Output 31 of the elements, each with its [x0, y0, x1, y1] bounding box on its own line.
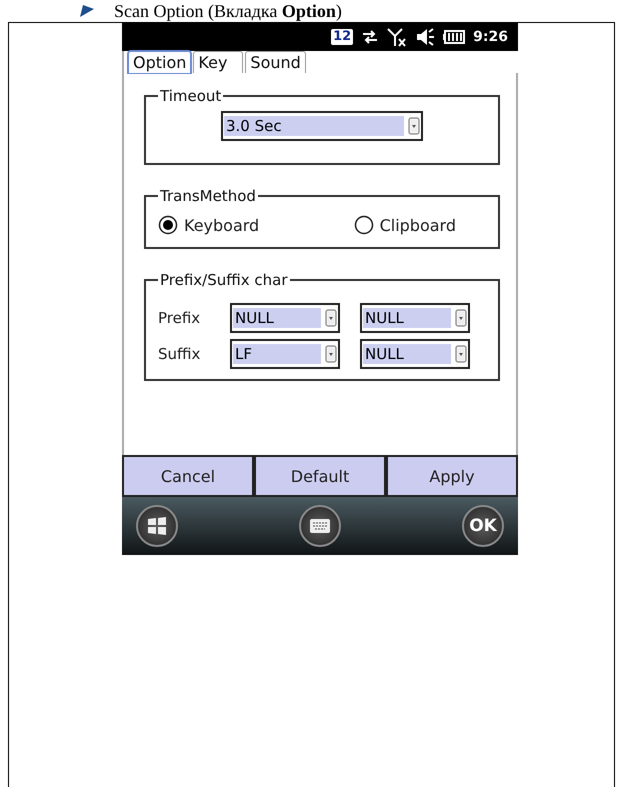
dropdown[interactable]: NULL — [360, 303, 470, 333]
dropdown[interactable]: LF — [230, 339, 340, 369]
windows-flag-icon — [146, 515, 168, 537]
dropdown[interactable]: NULL — [230, 303, 340, 333]
action-button[interactable]: Cancel — [122, 455, 254, 497]
tab[interactable]: Option — [128, 51, 192, 73]
dropdown[interactable]: 3.0 Sec — [221, 111, 423, 141]
dropdown[interactable]: NULL — [360, 339, 470, 369]
row-label: Prefix — [158, 309, 202, 327]
radio-option[interactable]: Clipboard — [354, 215, 456, 235]
group-title: TransMethod — [159, 187, 257, 205]
arrow-bullet-icon — [80, 5, 94, 17]
ok-button[interactable]: OK — [462, 505, 504, 547]
tab[interactable]: Key — [193, 51, 244, 73]
data-arrows-icon — [361, 28, 380, 46]
status-badge: 12 — [331, 29, 354, 45]
row-label: Suffix — [158, 345, 202, 363]
no-signal-icon — [387, 27, 408, 47]
start-button[interactable] — [136, 505, 178, 547]
group-title: Timeout — [159, 87, 222, 105]
action-button[interactable]: Default — [254, 455, 386, 497]
clock-time: 9:26 — [473, 29, 508, 45]
radio-option[interactable]: Keyboard — [158, 215, 260, 235]
action-button[interactable]: Apply — [386, 455, 518, 497]
tab[interactable]: Sound — [245, 51, 306, 73]
keyboard-button[interactable] — [299, 505, 341, 547]
keyboard-icon — [309, 518, 331, 534]
group-title: Prefix/Suffix char — [159, 271, 289, 289]
section-heading: Scan Option (Вкладка Option) — [114, 0, 342, 22]
battery-icon — [443, 30, 466, 44]
speaker-muted-icon — [415, 28, 436, 46]
